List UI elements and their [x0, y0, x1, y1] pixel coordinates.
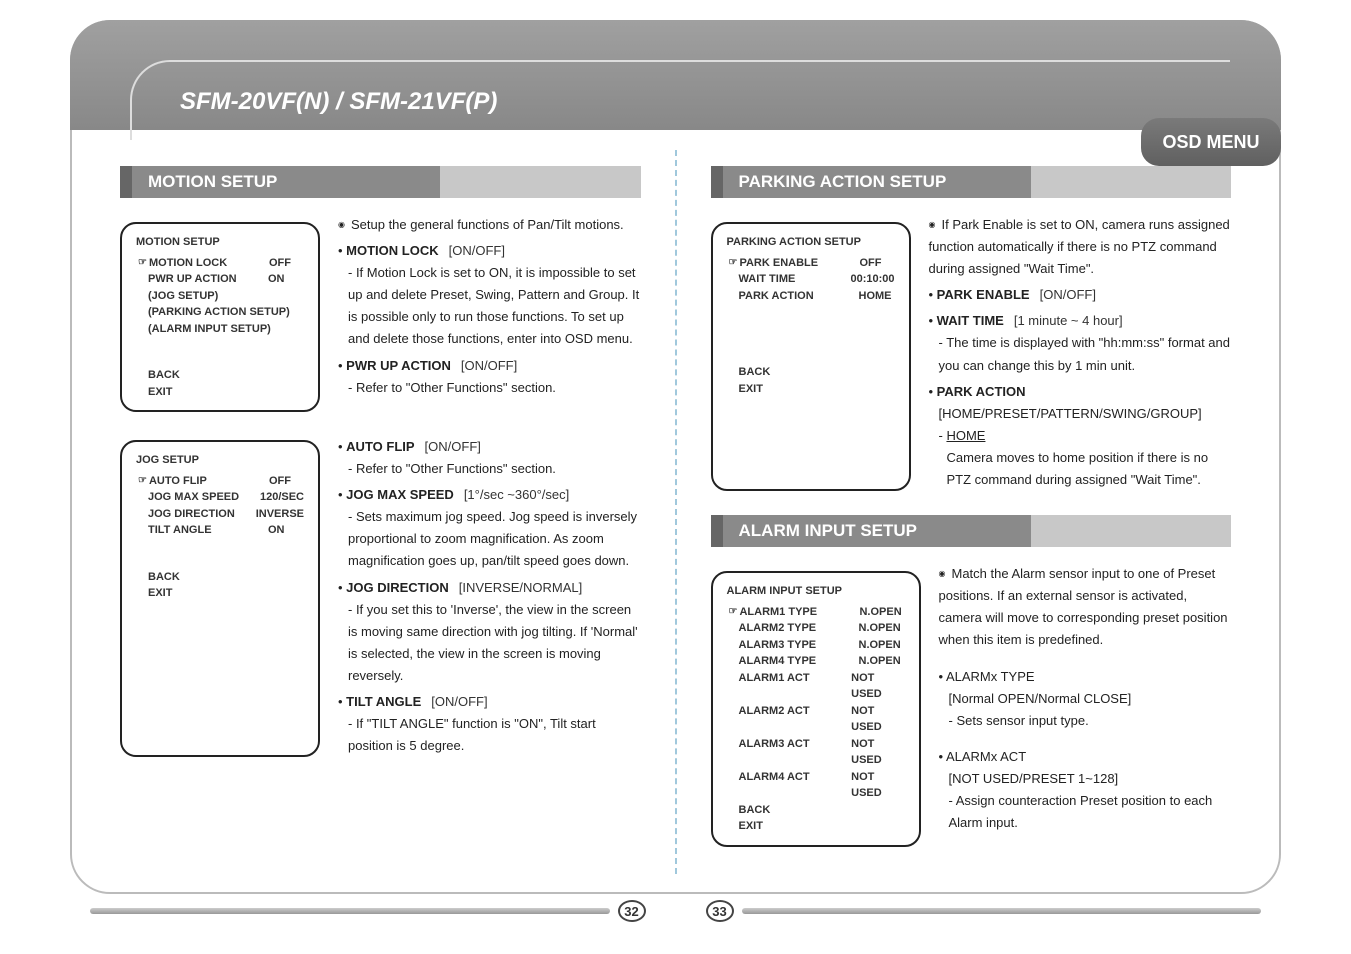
right-page: PARKING ACTION SETUP PARKING ACTION SETU…	[691, 150, 1252, 874]
left-page: MOTION SETUP MOTION SETUP MOTION LOCKOFF…	[100, 150, 661, 874]
section-motion-setup: MOTION SETUP	[120, 166, 641, 198]
osd-motion-setup: MOTION SETUP MOTION LOCKOFF PWR UP ACTIO…	[120, 222, 320, 412]
section-parking-action: PARKING ACTION SETUP	[711, 166, 1232, 198]
content: MOTION SETUP MOTION SETUP MOTION LOCKOFF…	[100, 150, 1251, 874]
section-title-text: PARKING ACTION SETUP	[711, 166, 1031, 198]
desc-parking-action: If Park Enable is set to ON, camera runs…	[929, 214, 1232, 491]
section-alarm-input: ALARM INPUT SETUP	[711, 515, 1232, 547]
osd-jog-setup: JOG SETUP AUTO FLIPOFF JOG MAX SPEED120/…	[120, 440, 320, 757]
page-number-right: 33	[676, 900, 1262, 922]
section-title-text: MOTION SETUP	[120, 166, 440, 198]
osd-parking-action: PARKING ACTION SETUP PARK ENABLEOFF WAIT…	[711, 222, 911, 491]
header-bar: SFM-20VF(N) / SFM-21VF(P)	[70, 20, 1281, 130]
section-title-text: ALARM INPUT SETUP	[711, 515, 1031, 547]
osd-alarm-input: ALARM INPUT SETUP ALARM1 TYPEN.OPEN ALAR…	[711, 571, 921, 847]
desc-alarm-input: Match the Alarm sensor input to one of P…	[939, 563, 1232, 847]
desc-motion-setup: Setup the general functions of Pan/Tilt …	[338, 214, 641, 412]
page-number-left: 32	[90, 900, 676, 922]
model-title: SFM-20VF(N) / SFM-21VF(P)	[160, 74, 517, 130]
desc-jog-setup: • AUTO FLIP[ON/OFF] - Refer to "Other Fu…	[338, 432, 641, 757]
